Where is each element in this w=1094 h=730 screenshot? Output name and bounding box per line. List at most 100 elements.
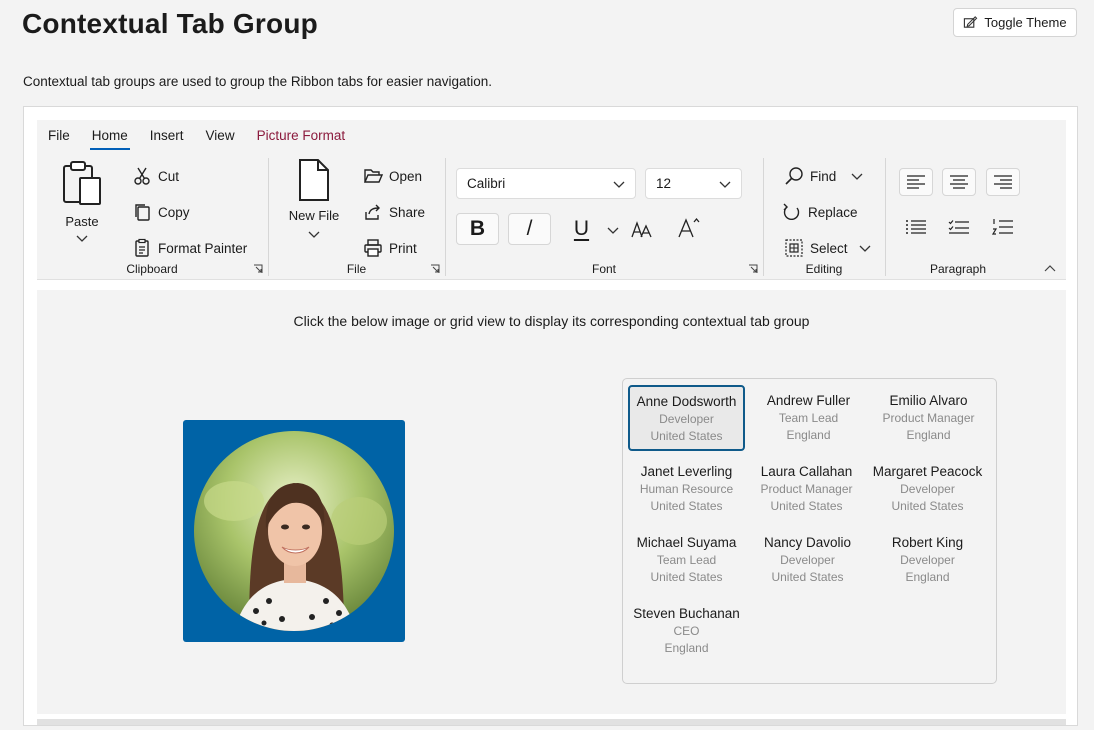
profile-photo-image: [194, 431, 394, 631]
tab-file[interactable]: File: [37, 120, 81, 152]
find-label: Find: [810, 168, 837, 184]
grid-item[interactable]: Robert King Developer England: [869, 528, 986, 594]
person-name: Robert King: [891, 535, 964, 550]
format-painter-button[interactable]: Format Painter: [132, 236, 247, 260]
grid-item[interactable]: Andrew Fuller Team Lead England: [750, 386, 867, 452]
person-title: Developer: [900, 482, 955, 496]
person-name: Nancy Davolio: [763, 535, 852, 550]
dialog-launcher-icon[interactable]: [430, 264, 440, 274]
grid-item[interactable]: Anne Dodsworth Developer United States: [628, 385, 745, 451]
font-family-value: Calibri: [467, 176, 506, 191]
paragraph-group: Paragraph: [886, 154, 1030, 278]
horizontal-scrollbar[interactable]: [37, 719, 1066, 725]
chevron-down-icon: [308, 231, 320, 238]
numbered-list-icon: [992, 219, 1013, 235]
person-title: Team Lead: [656, 553, 717, 567]
person-name: Laura Callahan: [760, 464, 853, 479]
change-case-icon[interactable]: [631, 218, 655, 240]
align-right-button[interactable]: [986, 168, 1020, 196]
copy-icon: [135, 204, 150, 221]
align-left-button[interactable]: [899, 168, 933, 196]
person-name: Anne Dodsworth: [636, 394, 737, 409]
open-button[interactable]: Open: [363, 164, 422, 188]
person-title: Developer: [780, 553, 835, 567]
theme-icon: [964, 16, 978, 28]
underline-button[interactable]: U: [560, 213, 603, 245]
tab-insert[interactable]: Insert: [139, 120, 195, 152]
font-family-dropdown[interactable]: Calibri: [456, 168, 636, 199]
find-button[interactable]: Find: [784, 164, 864, 188]
format-painter-icon: [135, 238, 149, 257]
align-right-icon: [994, 175, 1012, 189]
share-button[interactable]: Share: [363, 200, 425, 224]
grid-item[interactable]: Margaret Peacock Developer United States: [869, 457, 986, 523]
font-size-value: 12: [656, 176, 672, 191]
paste-icon: [63, 161, 101, 205]
cut-button[interactable]: Cut: [132, 164, 179, 188]
chevron-down-icon: [613, 181, 625, 188]
italic-button[interactable]: /: [508, 213, 551, 245]
person-title: Developer: [659, 412, 714, 426]
copy-label: Copy: [158, 204, 190, 220]
person-title: Product Manager: [882, 411, 975, 425]
person-name: Michael Suyama: [636, 535, 737, 550]
dialog-launcher-icon[interactable]: [253, 264, 263, 274]
chevron-down-icon[interactable]: [606, 225, 620, 235]
copy-button[interactable]: Copy: [132, 200, 190, 224]
ribbon-tabs: File Home Insert View Picture Format: [37, 120, 356, 152]
person-name: Janet Leverling: [640, 464, 733, 479]
grid-item[interactable]: Emilio Alvaro Product Manager England: [870, 386, 987, 452]
share-icon: [365, 204, 380, 220]
tab-home[interactable]: Home: [81, 120, 139, 152]
print-button[interactable]: Print: [363, 236, 417, 260]
clipboard-group: Paste Cut Copy Format Painter Clipboard: [37, 154, 267, 278]
align-center-button[interactable]: [942, 168, 976, 196]
replace-label: Replace: [808, 204, 858, 220]
image-frame[interactable]: [183, 420, 405, 642]
grid-item[interactable]: Steven Buchanan CEO England: [628, 599, 745, 665]
bullet-list-button[interactable]: [899, 213, 933, 241]
bullet-list-icon: [906, 220, 926, 234]
chevron-down-icon: [76, 235, 88, 242]
numbered-list-button[interactable]: [986, 213, 1020, 241]
tab-picture-format[interactable]: Picture Format: [246, 120, 357, 152]
grid-item[interactable]: Nancy Davolio Developer United States: [749, 528, 866, 594]
align-center-icon: [950, 175, 968, 189]
cut-label: Cut: [158, 168, 180, 184]
folder-open-icon: [363, 169, 383, 183]
person-country: England: [786, 428, 831, 442]
ribbon: File Home Insert View Picture Format Pas…: [37, 120, 1066, 280]
person-name: Steven Buchanan: [633, 606, 740, 621]
checklist-button[interactable]: [942, 213, 976, 241]
person-country: United States: [650, 499, 723, 513]
replace-button[interactable]: Replace: [782, 200, 858, 224]
collapse-ribbon-icon[interactable]: [1044, 265, 1056, 273]
page-title: Contextual Tab Group: [22, 8, 318, 39]
tab-view[interactable]: View: [195, 120, 246, 152]
bold-button[interactable]: B: [456, 213, 499, 245]
editing-group-label: Editing: [805, 262, 843, 276]
search-icon: [785, 167, 803, 185]
paste-button[interactable]: Paste: [57, 158, 107, 243]
profile-photo[interactable]: [194, 431, 394, 631]
select-button[interactable]: Select: [784, 236, 872, 260]
grow-font-icon[interactable]: [677, 216, 701, 240]
person-name: Emilio Alvaro: [889, 393, 968, 408]
dialog-launcher-icon[interactable]: [748, 264, 758, 274]
person-country: England: [664, 641, 709, 655]
toggle-theme-button[interactable]: Toggle Theme: [953, 8, 1077, 37]
file-group-label: File: [346, 262, 367, 276]
new-file-button[interactable]: New File: [283, 158, 345, 239]
file-group: New File Open Share Print File: [269, 154, 444, 278]
employee-grid[interactable]: Anne Dodsworth Developer United States A…: [622, 378, 997, 684]
sample-card: File Home Insert View Picture Format Pas…: [23, 106, 1078, 726]
grid-item[interactable]: Michael Suyama Team Lead United States: [628, 528, 745, 594]
person-title: Human Resource: [639, 482, 734, 496]
person-country: United States: [650, 429, 723, 443]
font-size-dropdown[interactable]: 12: [645, 168, 742, 199]
grid-item[interactable]: Janet Leverling Human Resource United St…: [628, 457, 745, 523]
chevron-down-icon: [719, 181, 731, 188]
select-label: Select: [810, 240, 848, 256]
person-name: Margaret Peacock: [872, 464, 983, 479]
grid-item[interactable]: Laura Callahan Product Manager United St…: [748, 457, 865, 523]
